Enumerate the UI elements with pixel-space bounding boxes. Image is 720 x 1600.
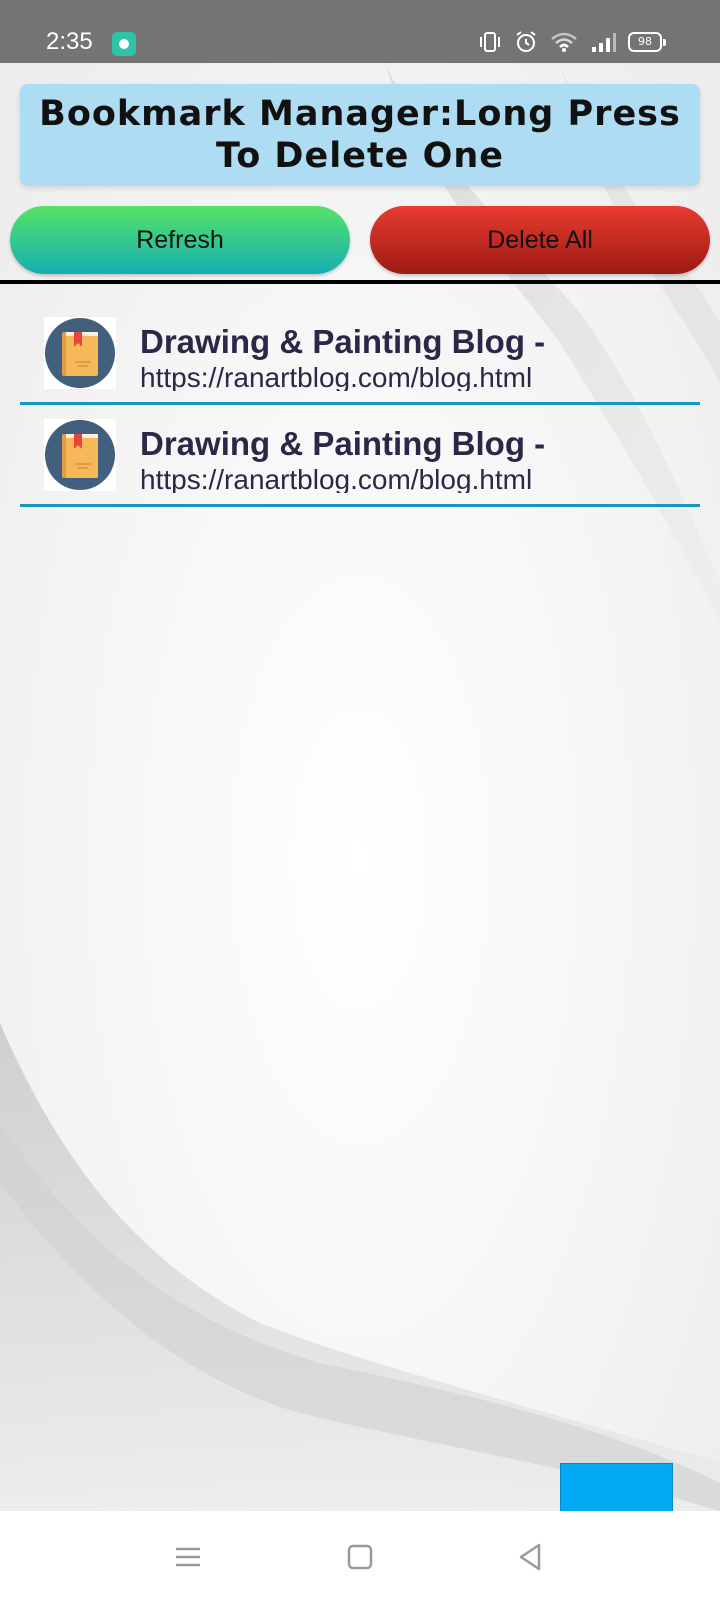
bookmark-url: https://ranartblog.com/blog.html [140,465,533,493]
main-content: Bookmark Manager:Long Press To Delete On… [0,63,720,1511]
alarm-icon [514,30,538,54]
header-divider [0,280,720,284]
bookmark-url: https://ranartblog.com/blog.html [140,363,533,391]
navigation-bar [0,1511,720,1600]
floating-action-button[interactable] [560,1463,673,1511]
status-bar: 2:35 98 [0,0,720,63]
bookmark-title: Drawing & Painting Blog - [140,323,546,360]
wifi-icon [550,31,578,53]
app-notification-icon [112,32,136,56]
signal-icon [590,31,616,53]
status-icons: 98 [478,30,666,54]
menu-icon[interactable] [170,1539,206,1575]
bookmark-title: Drawing & Painting Blog - [140,425,546,462]
page-title: Bookmark Manager:Long Press To Delete On… [39,94,681,176]
battery-level: 98 [628,32,662,52]
bookmark-item[interactable]: Drawing & Painting Blog - https://ranart… [20,405,700,507]
bookmark-list: Drawing & Painting Blog - https://ranart… [20,303,700,507]
bookmark-book-icon [44,419,116,491]
refresh-button[interactable]: Refresh [10,206,350,274]
status-time: 2:35 [46,28,93,55]
bookmark-item[interactable]: Drawing & Painting Blog - https://ranart… [20,303,700,405]
home-icon[interactable] [342,1539,378,1575]
vibrate-icon [478,31,502,53]
title-card: Bookmark Manager:Long Press To Delete On… [20,84,700,186]
bookmark-book-icon [44,317,116,389]
delete-all-button[interactable]: Delete All [370,206,710,274]
battery-icon: 98 [628,32,666,52]
back-icon[interactable] [512,1539,548,1575]
battery-tip [663,38,666,46]
